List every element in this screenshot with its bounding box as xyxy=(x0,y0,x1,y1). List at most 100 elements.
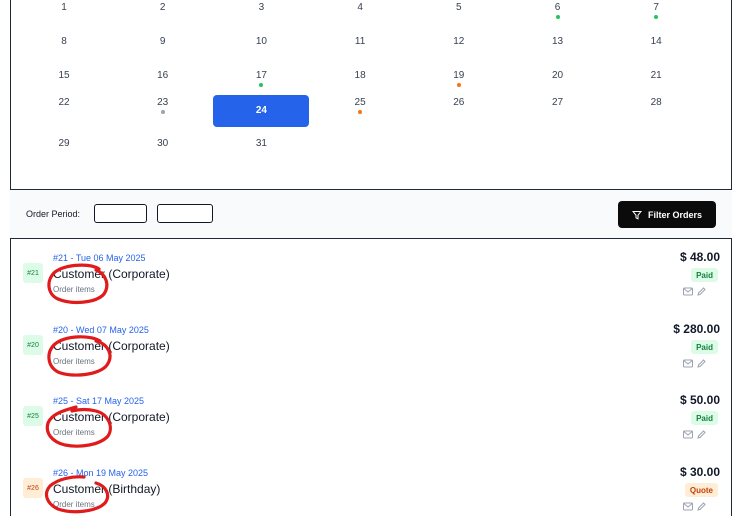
calendar-day-selected[interactable]: 24 xyxy=(213,95,310,127)
order-id-badge: #25 xyxy=(23,406,43,426)
calendar-day[interactable]: 8 xyxy=(16,34,112,66)
pencil-icon[interactable] xyxy=(696,502,706,511)
calendar-day[interactable]: 28 xyxy=(608,95,704,127)
calendar-day-number: 6 xyxy=(554,2,561,13)
order-status-badge: Paid xyxy=(691,411,718,425)
mail-icon[interactable] xyxy=(683,430,693,439)
calendar-day-number: 8 xyxy=(61,36,67,47)
calendar-day-number: 14 xyxy=(650,36,662,47)
order-id-badge: #21 xyxy=(23,263,43,283)
calendar-day-number: 26 xyxy=(453,97,465,108)
mail-icon[interactable] xyxy=(683,287,693,296)
calendar-day-number: 3 xyxy=(258,2,265,13)
calendar-day[interactable]: 12 xyxy=(411,34,507,66)
pencil-icon[interactable] xyxy=(696,359,706,368)
calendar-day[interactable]: 26 xyxy=(411,95,507,127)
period-from-input[interactable] xyxy=(94,204,147,223)
order-customer: Customer (Corporate) xyxy=(53,339,170,353)
order-list-item[interactable]: #21 #21 - Tue 06 May 2025 Customer (Corpor… xyxy=(11,250,731,323)
calendar-day-number: 24 xyxy=(255,105,267,116)
calendar-day-number: 19 xyxy=(453,70,465,81)
pencil-icon[interactable] xyxy=(696,287,706,296)
mail-icon[interactable] xyxy=(683,359,693,368)
calendar-day[interactable]: 9 xyxy=(115,34,211,66)
calendar-day-number: 13 xyxy=(551,36,564,47)
order-status-badge: Quote xyxy=(684,483,718,497)
order-indicator-dot xyxy=(160,110,165,114)
order-amount: $ 50.00 xyxy=(679,393,720,407)
calendar-day[interactable]: 11 xyxy=(312,34,408,66)
calendar-day[interactable]: 31 xyxy=(213,136,309,168)
order-number-date[interactable]: #26 - Mon 19 May 2025 xyxy=(53,468,148,478)
order-items: Order items xyxy=(53,285,95,294)
order-actions xyxy=(683,287,706,296)
calendar-day-number: 25 xyxy=(354,97,366,108)
calendar-day-number: 2 xyxy=(159,2,166,13)
calendar-day[interactable]: 6 xyxy=(510,0,606,32)
order-id-badge: #20 xyxy=(23,335,43,355)
calendar-day-number: 28 xyxy=(650,97,662,108)
calendar-day[interactable]: 14 xyxy=(608,34,704,66)
calendar-day[interactable]: 22 xyxy=(16,95,112,127)
order-customer: Customer (Corporate) xyxy=(53,267,170,281)
order-indicator-dot xyxy=(456,83,461,87)
filter-icon xyxy=(631,210,642,220)
order-number-date[interactable]: #25 - Sat 17 May 2025 xyxy=(53,396,144,406)
calendar-day-number: 9 xyxy=(159,36,166,47)
calendar-day[interactable]: 7 xyxy=(608,0,704,32)
calendar-day[interactable]: 3 xyxy=(213,0,309,32)
filter-orders-label: Filter Orders xyxy=(647,209,703,220)
order-customer: Customer (Birthday) xyxy=(53,482,161,496)
pencil-icon[interactable] xyxy=(696,430,706,439)
calendar-day-number: 31 xyxy=(255,138,267,149)
calendar-day-number: 4 xyxy=(357,2,363,13)
calendar-day-number: 16 xyxy=(157,70,169,81)
calendar-day-number: 12 xyxy=(453,36,465,47)
order-list-item[interactable]: #26 #26 - Mon 19 May 2025 Customer (Birthd… xyxy=(11,465,731,516)
calendar-day[interactable]: 5 xyxy=(411,0,507,32)
calendar-day[interactable]: 29 xyxy=(16,136,112,168)
order-period-label: Order Period: xyxy=(26,209,81,219)
calendar-day[interactable]: 1 xyxy=(16,0,112,32)
calendar-day-number: 30 xyxy=(157,138,169,149)
calendar-day-number: 5 xyxy=(456,2,462,13)
mail-icon[interactable] xyxy=(683,502,693,511)
order-amount: $ 280.00 xyxy=(673,322,720,336)
calendar-day-number: 22 xyxy=(58,97,70,108)
order-id-badge: #26 xyxy=(23,478,43,498)
calendar-day[interactable]: 23 xyxy=(115,95,211,127)
order-list-item[interactable]: #25 #25 - Sat 17 May 2025 Customer (Corpor… xyxy=(11,393,731,466)
calendar-day-number: 21 xyxy=(650,70,662,81)
calendar-day-number: 7 xyxy=(653,2,659,13)
period-to-input[interactable] xyxy=(157,204,213,223)
order-number-date[interactable]: #20 - Wed 07 May 2025 xyxy=(53,325,149,335)
order-items: Order items xyxy=(53,357,95,366)
order-amount: $ 48.00 xyxy=(679,250,720,264)
filter-orders-button[interactable]: Filter Orders xyxy=(618,201,716,228)
filter-bar: Order Period: Filter Orders xyxy=(10,189,732,239)
order-items: Order items xyxy=(53,428,95,437)
order-customer: Customer (Corporate) xyxy=(53,410,170,424)
order-indicator-dot xyxy=(259,83,264,87)
order-list-item[interactable]: #20 #20 - Wed 07 May 2025 Customer (Corpor… xyxy=(11,322,731,395)
order-actions xyxy=(683,502,706,511)
order-indicator-dot xyxy=(358,110,363,114)
calendar-day-number: 17 xyxy=(255,70,267,81)
calendar-day-number: 15 xyxy=(58,70,70,81)
order-status-badge: Paid xyxy=(691,268,718,282)
calendar-day-number: 10 xyxy=(255,36,267,47)
calendar-day[interactable]: 25 xyxy=(312,95,408,127)
calendar-day[interactable]: 13 xyxy=(510,34,606,66)
order-number-date[interactable]: #21 - Tue 06 May 2025 xyxy=(53,253,146,263)
calendar-day[interactable]: 2 xyxy=(115,0,211,32)
calendar-day-number: 27 xyxy=(551,97,564,108)
calendar-day[interactable]: 27 xyxy=(510,95,606,127)
calendar-day-number: 11 xyxy=(354,36,366,47)
order-indicator-dot xyxy=(555,15,560,19)
calendar-day[interactable]: 4 xyxy=(312,0,408,32)
order-items: Order items xyxy=(53,500,95,509)
order-actions xyxy=(683,430,706,439)
calendar-day[interactable]: 30 xyxy=(115,136,211,168)
calendar-day[interactable]: 10 xyxy=(213,34,309,66)
calendar-day-number: 29 xyxy=(58,138,70,149)
